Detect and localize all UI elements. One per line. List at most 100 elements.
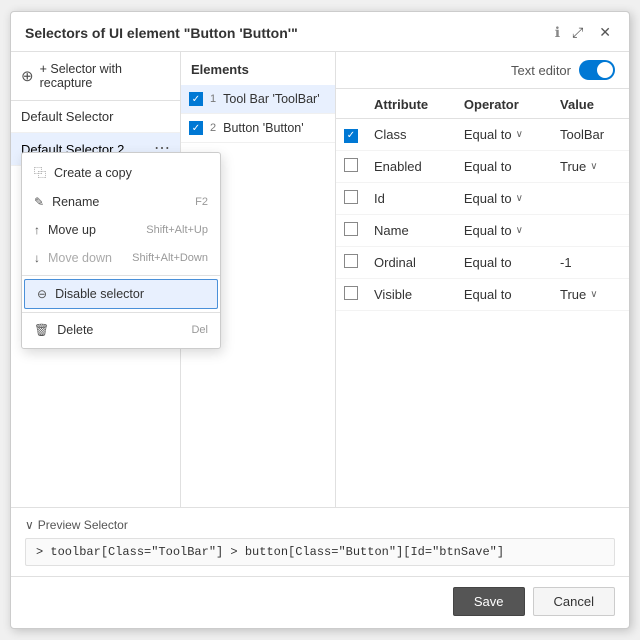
menu-shortcut: Del	[191, 324, 208, 336]
attr-cb-ordinal[interactable]	[336, 246, 366, 278]
op-dropdown-id[interactable]: Equal to ∨	[464, 191, 523, 206]
title-bar: Selectors of UI element "Button 'Button'…	[11, 12, 629, 52]
attr-checkbox-name[interactable]	[344, 222, 358, 236]
menu-item-label: ⿻Create a copy	[34, 164, 132, 181]
attr-checkbox-ordinal[interactable]	[344, 254, 358, 268]
attr-name-enabled: Enabled	[366, 150, 456, 182]
attr-checkbox-class[interactable]: ✓	[344, 129, 358, 143]
menu-item-label: ↑Move up	[34, 223, 96, 237]
element-label-0: Tool Bar 'ToolBar'	[223, 92, 319, 106]
attr-row-id: Id Equal to ∨	[336, 182, 629, 214]
preview-selector-value: toolbar[Class="ToolBar"] > button[Class=…	[50, 545, 504, 559]
preview-selector-text: > toolbar[Class="ToolBar"] > button[Clas…	[25, 538, 615, 566]
attr-row-ordinal: Ordinal Equal to -1	[336, 246, 629, 278]
chevron-down-icon: ∨	[590, 161, 597, 172]
attr-checkbox-visible[interactable]	[344, 286, 358, 300]
attr-row-name: Name Equal to ∨	[336, 214, 629, 246]
add-selector-label: + Selector with recapture	[40, 62, 170, 90]
attr-checkbox-enabled[interactable]	[344, 158, 358, 172]
text-editor-toggle[interactable]	[579, 60, 615, 80]
attr-op-visible[interactable]: Equal to	[456, 278, 552, 310]
val-dropdown-visible[interactable]: True ∨	[560, 287, 598, 302]
toggle-knob	[597, 62, 613, 78]
menu-separator-1	[22, 275, 220, 276]
attr-op-id[interactable]: Equal to ∨	[456, 182, 552, 214]
attr-cb-visible[interactable]	[336, 278, 366, 310]
menu-item-disable-selector[interactable]: ⊖Disable selector	[24, 279, 218, 309]
val-dropdown-enabled[interactable]: True ∨	[560, 159, 598, 174]
cancel-button[interactable]: Cancel	[533, 587, 615, 616]
op-dropdown-class[interactable]: Equal to ∨	[464, 127, 523, 142]
footer: Save Cancel	[11, 576, 629, 628]
dialog-title: Selectors of UI element "Button 'Button'…	[25, 25, 547, 41]
attr-row-visible: Visible Equal to True ∨	[336, 278, 629, 310]
selectors-dialog: Selectors of UI element "Button 'Button'…	[10, 11, 630, 629]
attr-cb-class[interactable]: ✓	[336, 119, 366, 151]
close-button[interactable]: ✕	[595, 22, 615, 43]
menu-item-label: ⊖Disable selector	[37, 287, 144, 301]
element-num-0: 1	[210, 93, 216, 105]
check-icon: ✓	[192, 94, 200, 105]
preview-arrow: >	[36, 545, 43, 559]
preview-area: ∨ Preview Selector > toolbar[Class="Tool…	[11, 507, 629, 576]
op-dropdown-enabled[interactable]: Equal to	[464, 159, 512, 174]
op-dropdown-ordinal[interactable]: Equal to	[464, 255, 512, 270]
element-item-1[interactable]: ✓ 2 Button 'Button'	[181, 114, 335, 143]
element-item-0[interactable]: ✓ 1 Tool Bar 'ToolBar'	[181, 85, 335, 114]
move-up-icon: ↑	[34, 223, 40, 237]
element-checkbox-0[interactable]: ✓	[189, 92, 203, 106]
menu-item-move-down: ↓Move down Shift+Alt+Down	[22, 244, 220, 272]
attr-cb-name[interactable]	[336, 214, 366, 246]
element-checkbox-1[interactable]: ✓	[189, 121, 203, 135]
preview-label[interactable]: ∨ Preview Selector	[25, 518, 615, 532]
element-num-1: 2	[210, 122, 216, 134]
attr-val-class: ToolBar	[552, 119, 629, 151]
chevron-down-icon: ∨	[590, 289, 597, 300]
attr-op-ordinal[interactable]: Equal to	[456, 246, 552, 278]
expand-button[interactable]: ⤢	[568, 22, 587, 43]
menu-item-move-up[interactable]: ↑Move up Shift+Alt+Up	[22, 216, 220, 244]
attr-cb-enabled[interactable]	[336, 150, 366, 182]
selector-item-default[interactable]: Default Selector	[11, 101, 180, 133]
attr-name-ordinal: Ordinal	[366, 246, 456, 278]
attr-name-name: Name	[366, 214, 456, 246]
element-label-1: Button 'Button'	[223, 121, 304, 135]
selector-item-label: Default Selector	[21, 109, 114, 124]
attr-checkbox-id[interactable]	[344, 190, 358, 204]
text-editor-label: Text editor	[511, 63, 571, 78]
op-dropdown-visible[interactable]: Equal to	[464, 287, 512, 302]
preview-title: Preview Selector	[38, 518, 128, 532]
preview-chevron: ∨	[25, 518, 34, 532]
attr-val-enabled[interactable]: True ∨	[552, 150, 629, 182]
delete-icon: 🗑	[34, 323, 49, 337]
col-header-attribute: Attribute	[366, 89, 456, 119]
attr-row-enabled: Enabled Equal to True ∨	[336, 150, 629, 182]
info-icon[interactable]: ℹ	[555, 24, 560, 41]
attr-op-name[interactable]: Equal to ∨	[456, 214, 552, 246]
save-button[interactable]: Save	[453, 587, 525, 616]
attr-val-name	[552, 214, 629, 246]
attr-cb-id[interactable]	[336, 182, 366, 214]
left-panel: ⊕ + Selector with recapture Default Sele…	[11, 52, 181, 507]
menu-shortcut: Shift+Alt+Down	[132, 252, 208, 264]
attr-val-visible[interactable]: True ∨	[552, 278, 629, 310]
content-area: ⊕ + Selector with recapture Default Sele…	[11, 52, 629, 507]
attr-val-id	[552, 182, 629, 214]
plus-icon: ⊕	[21, 67, 34, 85]
chevron-down-icon: ∨	[516, 129, 523, 140]
text-editor-area: Text editor	[336, 52, 629, 89]
menu-item-create-copy[interactable]: ⿻Create a copy	[22, 157, 220, 188]
col-header-cb	[336, 89, 366, 119]
attr-op-class[interactable]: Equal to ∨	[456, 119, 552, 151]
menu-item-delete[interactable]: 🗑Delete Del	[22, 316, 220, 344]
attr-op-enabled[interactable]: Equal to	[456, 150, 552, 182]
menu-item-label: ↓Move down	[34, 251, 112, 265]
menu-shortcut: Shift+Alt+Up	[146, 224, 208, 236]
menu-item-label: ✎Rename	[34, 195, 99, 209]
col-header-value: Value	[552, 89, 629, 119]
op-dropdown-name[interactable]: Equal to ∨	[464, 223, 523, 238]
check-icon: ✓	[192, 123, 200, 134]
menu-item-rename[interactable]: ✎Rename F2	[22, 188, 220, 216]
elements-panel-title: Elements	[181, 52, 335, 85]
add-selector-button[interactable]: ⊕ + Selector with recapture	[11, 52, 180, 101]
